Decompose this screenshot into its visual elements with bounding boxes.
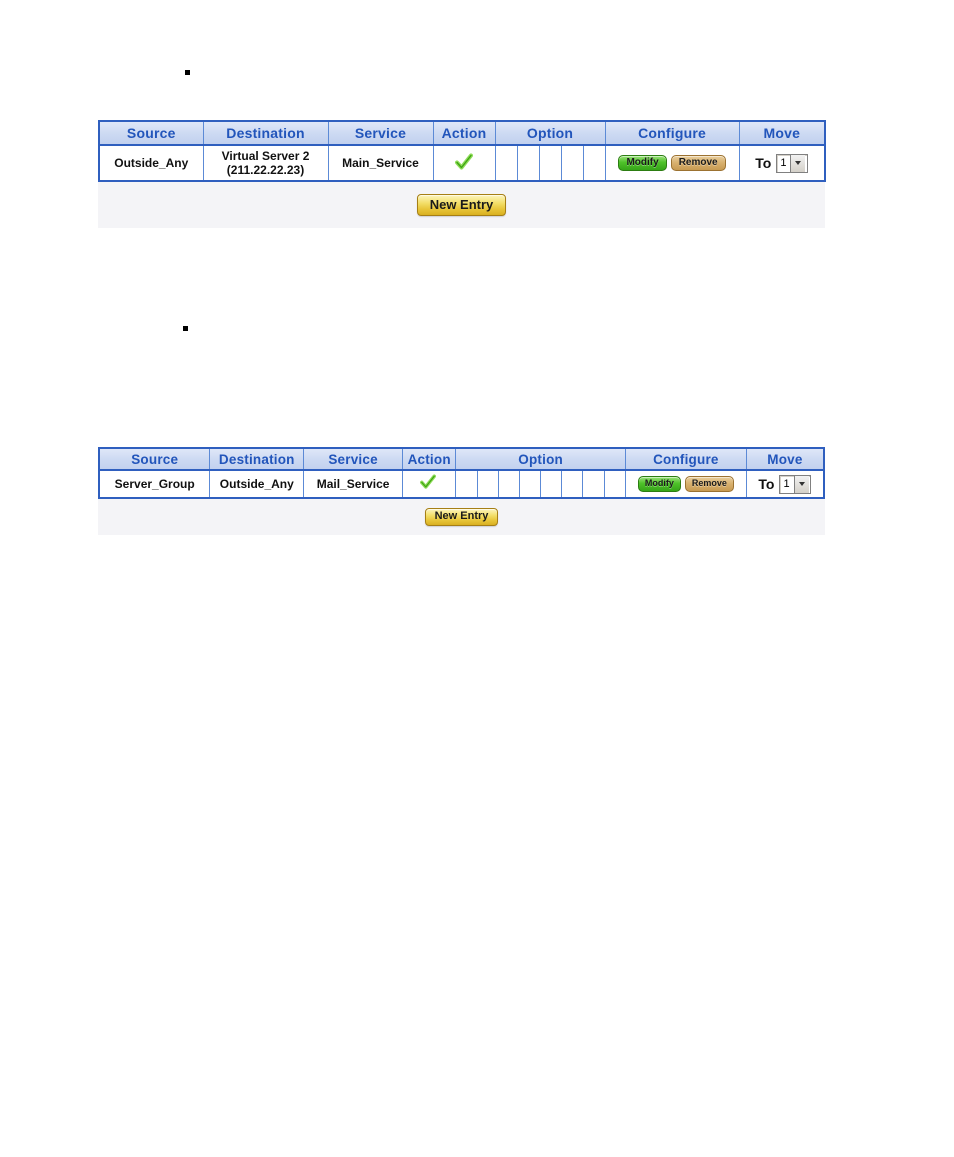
cell-action — [432, 144, 496, 182]
cell-destination: Outside_Any — [209, 469, 305, 499]
option-cell-1[interactable] — [494, 144, 518, 182]
option-cell-8[interactable] — [603, 469, 626, 499]
cell-action — [401, 469, 457, 499]
column-header-action: Action — [432, 120, 496, 146]
move-position-select[interactable]: 1 — [779, 474, 812, 494]
column-header-configure: Configure — [624, 447, 747, 471]
option-cell-6[interactable] — [561, 469, 584, 499]
policy-table-widget-1: Source Destination Service Action Option… — [98, 120, 827, 228]
modify-button[interactable]: Modify — [618, 155, 667, 171]
table-footer-2: New Entry — [98, 499, 825, 535]
option-cell-2[interactable] — [516, 144, 540, 182]
move-to-label: To — [758, 476, 775, 492]
column-header-move: Move — [738, 120, 826, 146]
cell-move: To 1 — [745, 469, 825, 499]
column-header-configure: Configure — [604, 120, 740, 146]
cell-configure: Modify Remove — [624, 469, 747, 499]
chevron-down-icon[interactable] — [790, 154, 806, 172]
column-header-source: Source — [98, 447, 211, 471]
option-cell-4[interactable] — [560, 144, 584, 182]
remove-button[interactable]: Remove — [670, 155, 726, 171]
table-row: Outside_Any Virtual Server 2 (211.22.22.… — [98, 144, 826, 182]
table-header-row: Source Destination Service Action Option… — [98, 120, 826, 146]
column-header-source: Source — [98, 120, 204, 146]
option-cell-5[interactable] — [540, 469, 563, 499]
cell-source: Server_Group — [98, 469, 211, 499]
move-position-value: 1 — [783, 478, 790, 490]
cell-service: Main_Service — [327, 144, 434, 182]
remove-button[interactable]: Remove — [684, 476, 734, 492]
document-page: Source Destination Service Action Option… — [0, 0, 954, 1157]
option-cell-5[interactable] — [582, 144, 606, 182]
new-entry-button[interactable]: New Entry — [416, 194, 507, 216]
cell-configure: Modify Remove — [604, 144, 740, 182]
new-entry-button[interactable]: New Entry — [424, 508, 499, 526]
column-header-option: Option — [494, 120, 606, 146]
policy-table-2: Source Destination Service Action Option… — [98, 447, 825, 499]
table-row: Server_Group Outside_Any Mail_Service Mo… — [98, 469, 825, 499]
column-header-option: Option — [455, 447, 626, 471]
option-cell-3[interactable] — [497, 469, 520, 499]
option-cell-3[interactable] — [538, 144, 562, 182]
column-header-move: Move — [745, 447, 825, 471]
cell-move: To 1 — [738, 144, 826, 182]
green-check-icon — [455, 153, 473, 171]
policy-table-1: Source Destination Service Action Option… — [98, 120, 827, 182]
destination-address: (211.22.22.23) — [226, 163, 305, 177]
option-cell-1[interactable] — [455, 469, 478, 499]
column-header-service: Service — [327, 120, 434, 146]
move-position-select[interactable]: 1 — [776, 153, 809, 173]
cell-destination: Virtual Server 2 (211.22.22.23) — [202, 144, 329, 182]
cell-service: Mail_Service — [303, 469, 403, 499]
column-header-destination: Destination — [202, 120, 329, 146]
option-cell-7[interactable] — [582, 469, 605, 499]
move-position-value: 1 — [780, 157, 787, 169]
policy-table-widget-2: Source Destination Service Action Option… — [98, 447, 825, 535]
bullet-marker-2 — [183, 326, 188, 331]
column-header-service: Service — [303, 447, 403, 471]
table-footer-1: New Entry — [98, 182, 825, 228]
destination-name: Virtual Server 2 — [221, 149, 310, 163]
modify-button[interactable]: Modify — [637, 476, 681, 492]
green-check-icon — [420, 473, 438, 492]
cell-source: Outside_Any — [98, 144, 204, 182]
bullet-marker-1 — [185, 70, 190, 75]
move-to-label: To — [755, 155, 772, 171]
chevron-down-icon[interactable] — [793, 475, 809, 493]
column-header-action: Action — [401, 447, 457, 471]
option-cell-4[interactable] — [518, 469, 542, 499]
option-cell-2[interactable] — [476, 469, 499, 499]
column-header-destination: Destination — [209, 447, 305, 471]
table-header-row: Source Destination Service Action Option… — [98, 447, 825, 471]
